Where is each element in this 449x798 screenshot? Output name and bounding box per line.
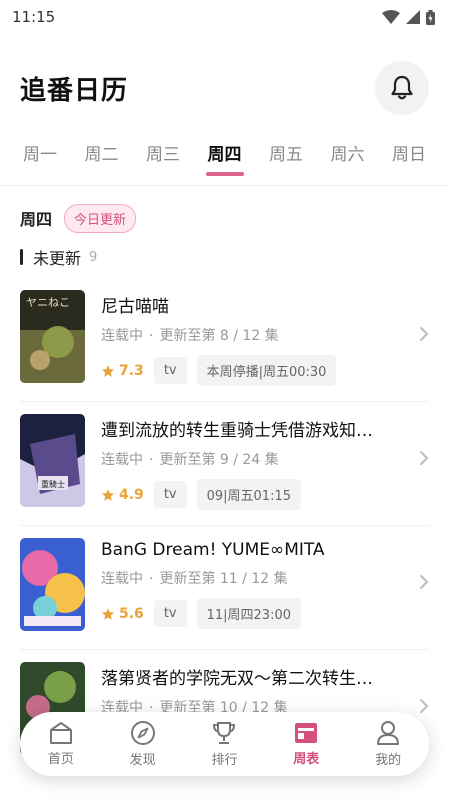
- serial-status: 连载中: [101, 571, 143, 587]
- rating: 5.6: [101, 606, 144, 622]
- poster-image: 重騎士: [20, 414, 85, 507]
- schedule-chip: 09|周五01:15: [196, 479, 301, 510]
- serial-status: 连载中: [101, 328, 143, 344]
- star-icon: [101, 364, 115, 377]
- schedule-chip: 11|周四23:00: [196, 598, 301, 629]
- trophy-icon: [213, 722, 236, 744]
- nav-ranking-label: 排行: [211, 753, 238, 768]
- day-section-header: 周四 今日更新: [0, 202, 449, 234]
- list-item[interactable]: BanG Dream! YUME∞MITA 连载中 · 更新至第 11 / 12 集…: [0, 526, 449, 650]
- status-icons: [382, 9, 435, 25]
- tab-friday[interactable]: 周五: [266, 130, 306, 185]
- status-time: 11:15: [12, 8, 56, 26]
- anime-title: 尼古喵喵: [101, 297, 169, 317]
- compass-icon: [130, 721, 155, 745]
- star-icon: [101, 488, 115, 501]
- weekday-tabs: 周一 周二 周三 周四 周五 周六 周日: [0, 130, 449, 186]
- section-marker: [20, 249, 23, 265]
- episode-progress: 更新至第 8 / 12 集: [159, 328, 279, 344]
- home-icon: [49, 722, 72, 744]
- chevron-right-icon: [420, 327, 428, 341]
- bottom-navigation: 首页 发现 排行 周表 我的: [20, 712, 429, 776]
- episode-progress: 更新至第 11 / 12 集: [159, 571, 288, 587]
- rating-value: 5.6: [119, 605, 144, 622]
- today-update-badge: 今日更新: [64, 203, 137, 233]
- list-item[interactable]: 重騎士 遭到流放的转生重骑士凭借游戏知… 连载中 · 更新至第 9 / 24 集 4…: [0, 402, 449, 526]
- episode-progress: 更新至第 9 / 24 集: [159, 452, 279, 468]
- type-chip: tv: [153, 481, 187, 508]
- svg-text:重騎士: 重騎士: [41, 479, 65, 489]
- rating-value: 7.3: [119, 362, 144, 379]
- type-chip: tv: [153, 357, 187, 384]
- list-item[interactable]: ヤニねこ 尼古喵喵 连载中 · 更新至第 8 / 12 集 7.3 tv 本周停播|…: [0, 278, 449, 402]
- not-updated-header: 未更新 9: [0, 246, 449, 268]
- tab-sunday[interactable]: 周日: [389, 130, 429, 185]
- anime-status: 连载中 · 更新至第 11 / 12 集: [101, 571, 288, 587]
- nav-schedule[interactable]: 周表: [276, 721, 336, 767]
- notification-button[interactable]: [375, 61, 429, 115]
- rating-value: 4.9: [119, 486, 144, 503]
- anime-status: 连载中 · 更新至第 9 / 24 集: [101, 452, 279, 468]
- nav-schedule-label: 周表: [293, 752, 320, 767]
- nav-home[interactable]: 首页: [31, 721, 91, 767]
- calendar-icon: [295, 723, 318, 743]
- poster-image: [20, 538, 85, 631]
- anime-list: ヤニねこ 尼古喵喵 连载中 · 更新至第 8 / 12 集 7.3 tv 本周停播|…: [0, 278, 449, 774]
- day-label: 周四: [20, 210, 53, 229]
- wifi-icon: [382, 10, 400, 24]
- anime-status: 连载中 · 更新至第 8 / 12 集: [101, 328, 279, 344]
- page-title: 追番日历: [20, 75, 129, 106]
- tab-wednesday[interactable]: 周三: [143, 130, 183, 185]
- anime-title: 遭到流放的转生重骑士凭借游戏知…: [101, 421, 373, 441]
- not-updated-label: 未更新: [33, 249, 82, 268]
- battery-icon: [426, 9, 435, 25]
- star-icon: [101, 607, 115, 620]
- tab-tuesday[interactable]: 周二: [82, 130, 122, 185]
- nav-ranking[interactable]: 排行: [194, 720, 254, 768]
- chevron-right-icon: [420, 575, 428, 589]
- schedule-chip: 本周停播|周五00:30: [196, 355, 337, 386]
- tab-monday[interactable]: 周一: [20, 130, 60, 185]
- nav-discover-label: 发现: [129, 753, 156, 768]
- rating: 4.9: [101, 487, 144, 503]
- poster-image: ヤニねこ: [20, 290, 85, 383]
- svg-text:ヤニねこ: ヤニねこ: [26, 296, 70, 309]
- nav-profile-label: 我的: [375, 753, 402, 768]
- bell-icon: [391, 75, 413, 100]
- profile-icon: [377, 721, 400, 745]
- serial-status: 连载中: [101, 452, 143, 468]
- signal-icon: [406, 10, 420, 24]
- chevron-right-icon: [420, 451, 428, 465]
- header: 追番日历: [0, 34, 449, 142]
- nav-home-label: 首页: [47, 752, 74, 767]
- tab-thursday[interactable]: 周四: [205, 130, 245, 185]
- chevron-right-icon: [420, 699, 428, 713]
- rating: 7.3: [101, 363, 144, 379]
- tab-saturday[interactable]: 周六: [328, 130, 368, 185]
- status-bar: 11:15: [0, 0, 449, 34]
- anime-title: 落第贤者的学院无双～第二次转生…: [101, 669, 373, 689]
- nav-discover[interactable]: 发现: [113, 720, 173, 768]
- nav-profile[interactable]: 我的: [358, 720, 418, 768]
- type-chip: tv: [153, 600, 187, 627]
- anime-title: BanG Dream! YUME∞MITA: [101, 540, 325, 560]
- not-updated-count: 9: [89, 249, 98, 265]
